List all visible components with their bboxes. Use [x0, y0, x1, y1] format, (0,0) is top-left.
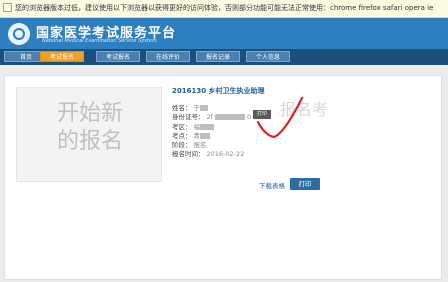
print-button[interactable]: 打印: [290, 178, 320, 190]
red-checkmark-annotation: [256, 96, 304, 139]
download-form-link[interactable]: 下载表格: [259, 180, 285, 190]
